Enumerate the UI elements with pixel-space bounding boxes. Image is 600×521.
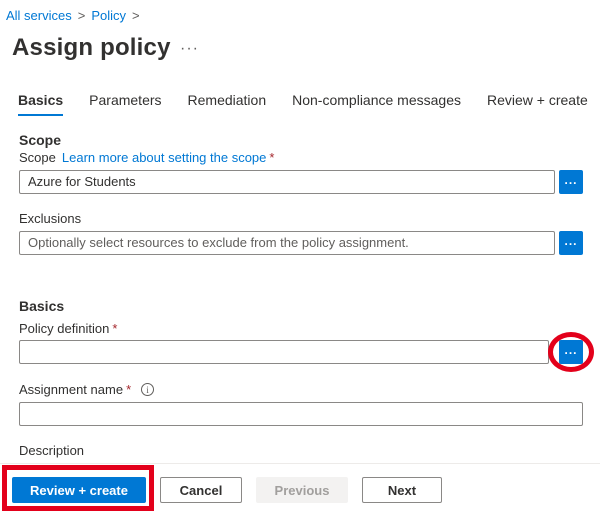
tab-non-compliance-messages[interactable]: Non-compliance messages xyxy=(292,92,461,116)
page-title: Assign policy xyxy=(12,34,171,61)
highlight-circle xyxy=(548,332,594,372)
required-indicator: * xyxy=(269,150,275,165)
highlight-rectangle xyxy=(2,465,154,511)
tab-review-create[interactable]: Review + create xyxy=(487,92,588,116)
scope-learn-more-link[interactable]: Learn more about setting the scope xyxy=(62,150,267,165)
policy-definition-field[interactable] xyxy=(19,340,549,364)
breadcrumb-all-services[interactable]: All services xyxy=(6,8,72,23)
more-options-icon[interactable]: ··· xyxy=(180,40,199,58)
assignment-name-label: Assignment name xyxy=(19,382,124,397)
scope-label-row: Scope Learn more about setting the scope… xyxy=(19,150,274,165)
breadcrumb-separator: > xyxy=(132,8,140,23)
tab-bar: Basics Parameters Remediation Non-compli… xyxy=(18,92,588,116)
scope-browse-button[interactable]: ... xyxy=(559,170,583,194)
cancel-button[interactable]: Cancel xyxy=(160,477,242,503)
policy-definition-label-row: Policy definition * xyxy=(19,321,117,336)
exclusions-label: Exclusions xyxy=(19,211,82,226)
scope-heading: Scope xyxy=(19,132,62,148)
previous-button[interactable]: Previous xyxy=(256,477,348,503)
policy-definition-label: Policy definition xyxy=(19,321,110,336)
info-icon[interactable]: i xyxy=(141,383,155,396)
tab-parameters[interactable]: Parameters xyxy=(89,92,161,116)
scope-label: Scope xyxy=(19,150,56,165)
tab-basics[interactable]: Basics xyxy=(18,92,64,116)
breadcrumb: All services > Policy > xyxy=(6,8,146,23)
breadcrumb-separator: > xyxy=(77,8,86,23)
required-indicator: * xyxy=(112,321,118,336)
footer-divider xyxy=(0,463,600,464)
assignment-name-field[interactable] xyxy=(19,402,583,426)
assignment-name-label-row: Assignment name * i xyxy=(19,382,155,397)
next-button[interactable]: Next xyxy=(362,477,442,503)
description-label: Description xyxy=(19,443,85,458)
breadcrumb-policy[interactable]: Policy xyxy=(91,8,126,23)
exclusions-field[interactable]: Optionally select resources to exclude f… xyxy=(19,231,555,255)
scope-field[interactable]: Azure for Students xyxy=(19,170,555,194)
basics-heading: Basics xyxy=(19,298,65,314)
exclusions-browse-button[interactable]: ... xyxy=(559,231,583,255)
required-indicator: * xyxy=(126,382,132,397)
tab-remediation[interactable]: Remediation xyxy=(188,92,267,116)
